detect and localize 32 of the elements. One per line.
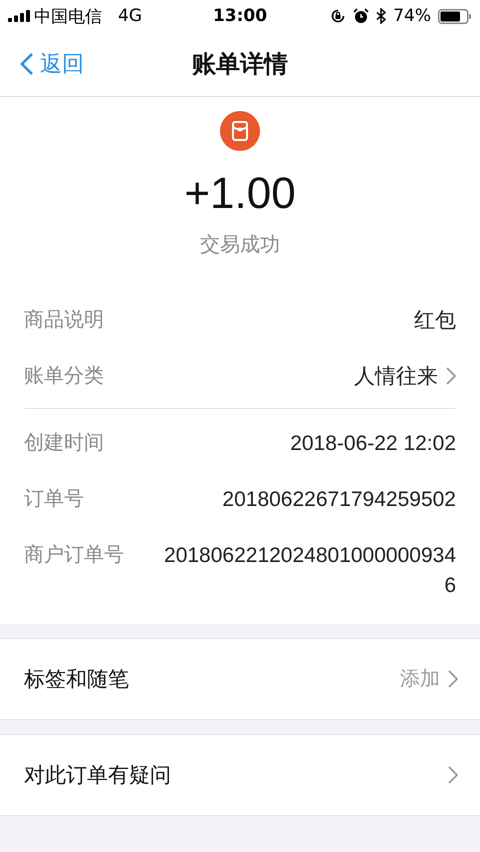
page-title: 账单详情: [192, 49, 288, 80]
bluetooth-icon: [376, 8, 386, 24]
detail-label: 创建时间: [24, 429, 104, 456]
network-type: 4G: [118, 6, 142, 26]
action-label: 对此订单有疑问: [24, 762, 171, 789]
detail-value: 红包: [414, 308, 456, 334]
battery-icon: [438, 8, 472, 24]
chevron-icon: [446, 367, 456, 385]
envelope-icon: [220, 111, 260, 151]
rotation-lock-icon: [330, 8, 346, 24]
detail-label: 账单分类: [24, 362, 104, 389]
alarm-icon: [353, 8, 370, 24]
detail-value: 20180622671794259502: [222, 487, 456, 513]
detail-label: 商品说明: [24, 306, 104, 333]
transaction-status: 交易成功: [200, 231, 280, 258]
battery-percent: 74%: [393, 6, 432, 26]
detail-label: 商户订单号: [24, 541, 124, 568]
chevron-icon: [448, 670, 458, 688]
chevron-icon: [448, 766, 458, 784]
back-chevron-icon: [20, 52, 34, 76]
amount: +1.00: [184, 169, 296, 219]
action-value: 添加: [400, 665, 440, 692]
detail-value: 20180622120248010000009346: [163, 543, 456, 600]
action-row[interactable]: 对此订单有疑问: [0, 734, 480, 816]
detail-label: 订单号: [24, 485, 84, 512]
carrier-name: 中国电信: [34, 6, 102, 28]
category-link[interactable]: 人情往来: [354, 356, 456, 390]
action-label: 标签和随笔: [24, 666, 129, 693]
action-row[interactable]: 标签和随笔 添加: [0, 638, 480, 720]
signal-icon: [8, 10, 30, 22]
clock-time: 13:00: [212, 6, 268, 26]
detail-value: 2018-06-22 12:02: [290, 431, 456, 457]
